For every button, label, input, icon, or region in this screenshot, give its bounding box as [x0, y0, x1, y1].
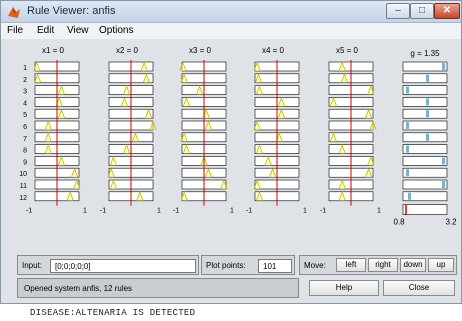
- disease-caption: DISEASE:ALTENARIA IS DETECTED: [30, 308, 196, 318]
- close-window-button[interactable]: ✕: [434, 3, 460, 19]
- input-label-2: x2 = 0: [116, 46, 139, 55]
- output-bar: [442, 63, 445, 70]
- output-label: g = 1.35: [410, 49, 440, 58]
- rule-number: 6: [23, 124, 27, 131]
- output-cell: [402, 61, 448, 72]
- output-cell: [402, 167, 448, 178]
- move-right-button[interactable]: right: [368, 258, 398, 272]
- close-button[interactable]: Close: [383, 280, 455, 296]
- aggregate-output-cell: [402, 204, 448, 215]
- output-cell: [402, 179, 448, 190]
- range-min-label: -1: [173, 208, 179, 215]
- plot-points-panel: Plot points: 101: [201, 255, 295, 275]
- rule-plot-area: x1 = 0 x2 = 0 x3 = 0 x4 = 0 x5 = 0g = 1.35 1 2…: [1, 39, 461, 251]
- input-label: Input:: [22, 261, 43, 270]
- output-bar: [406, 169, 409, 177]
- output-range-min: 0.8: [393, 218, 405, 227]
- output-cell: [402, 97, 448, 107]
- range-max-label: 1: [230, 208, 234, 215]
- output-bar: [426, 110, 429, 118]
- output-bar: [426, 133, 429, 141]
- output-bar: [406, 145, 409, 153]
- status-text: Opened system anfis, 12 rules: [24, 284, 133, 293]
- input-label-1: x1 = 0: [42, 46, 65, 55]
- rule-number: 9: [23, 159, 27, 166]
- output-cell: [402, 132, 448, 143]
- menu-options[interactable]: Options: [99, 25, 133, 36]
- output-bar: [406, 86, 409, 94]
- range-max-label: 1: [303, 208, 307, 215]
- range-min-label: -1: [100, 208, 106, 215]
- output-bar: [426, 98, 429, 106]
- input-panel: Input: [0;0;0;0;0]: [17, 255, 199, 275]
- input-label-4: x4 = 0: [262, 46, 285, 55]
- move-left-button[interactable]: left: [336, 258, 366, 272]
- move-up-button[interactable]: up: [428, 258, 454, 272]
- range-max-label: 1: [377, 208, 381, 215]
- move-panel: Move: left right down up: [299, 255, 457, 275]
- output-bar: [442, 181, 445, 188]
- range-min-label: -1: [26, 208, 32, 215]
- output-bar: [426, 74, 429, 82]
- output-bar: [406, 122, 409, 129]
- plot-points-label: Plot points:: [206, 261, 246, 270]
- output-cell: [402, 144, 448, 154]
- output-cell: [402, 108, 448, 119]
- output-range-max: 3.2: [445, 218, 457, 227]
- output-bar: [442, 157, 445, 165]
- move-down-button[interactable]: down: [400, 258, 426, 272]
- rule-number: 11: [20, 183, 27, 190]
- title-bar[interactable]: Rule Viewer: anfis – □ ✕: [1, 1, 461, 23]
- rule-number: 4: [23, 100, 27, 107]
- status-panel: Opened system anfis, 12 rules: [17, 278, 299, 298]
- rule-number: 3: [23, 89, 27, 96]
- window-title: Rule Viewer: anfis: [27, 5, 116, 17]
- matlab-logo-icon: [8, 7, 20, 18]
- plot-points-field[interactable]: 101: [258, 259, 292, 273]
- range-max-label: 1: [157, 208, 161, 215]
- menu-file[interactable]: File: [7, 25, 23, 36]
- output-cell: [402, 73, 448, 84]
- move-label: Move:: [304, 261, 326, 270]
- rule-number: 10: [19, 171, 27, 178]
- rule-viewer-window: Rule Viewer: anfis – □ ✕ File Edit View …: [0, 0, 462, 304]
- input-label-5: x5 = 0: [336, 46, 359, 55]
- range-min-label: -1: [320, 208, 326, 215]
- rule-number: 7: [23, 136, 27, 143]
- input-vector-field[interactable]: [0;0;0;0;0]: [50, 259, 196, 273]
- output-bar: [408, 192, 411, 200]
- range-max-label: 1: [83, 208, 87, 215]
- help-button[interactable]: Help: [309, 280, 379, 296]
- range-min-label: -1: [246, 208, 252, 215]
- menu-bar: File Edit View Options: [1, 23, 461, 39]
- minimize-button[interactable]: –: [386, 3, 410, 19]
- output-cell: [402, 156, 448, 166]
- rule-number: 12: [19, 195, 27, 202]
- menu-edit[interactable]: Edit: [37, 25, 54, 36]
- menu-view[interactable]: View: [67, 25, 89, 36]
- rule-number: 1: [23, 65, 27, 72]
- rule-number: 5: [23, 112, 27, 119]
- input-label-3: x3 = 0: [189, 46, 212, 55]
- rule-number: 8: [23, 148, 27, 155]
- rule-plots: x1 = 0 x2 = 0 x3 = 0 x4 = 0 x5 = 0g = 1.3512…: [19, 46, 457, 227]
- maximize-button[interactable]: □: [410, 3, 434, 19]
- output-cell: [402, 85, 448, 95]
- output-cell: [402, 120, 448, 131]
- rule-number: 2: [23, 77, 27, 84]
